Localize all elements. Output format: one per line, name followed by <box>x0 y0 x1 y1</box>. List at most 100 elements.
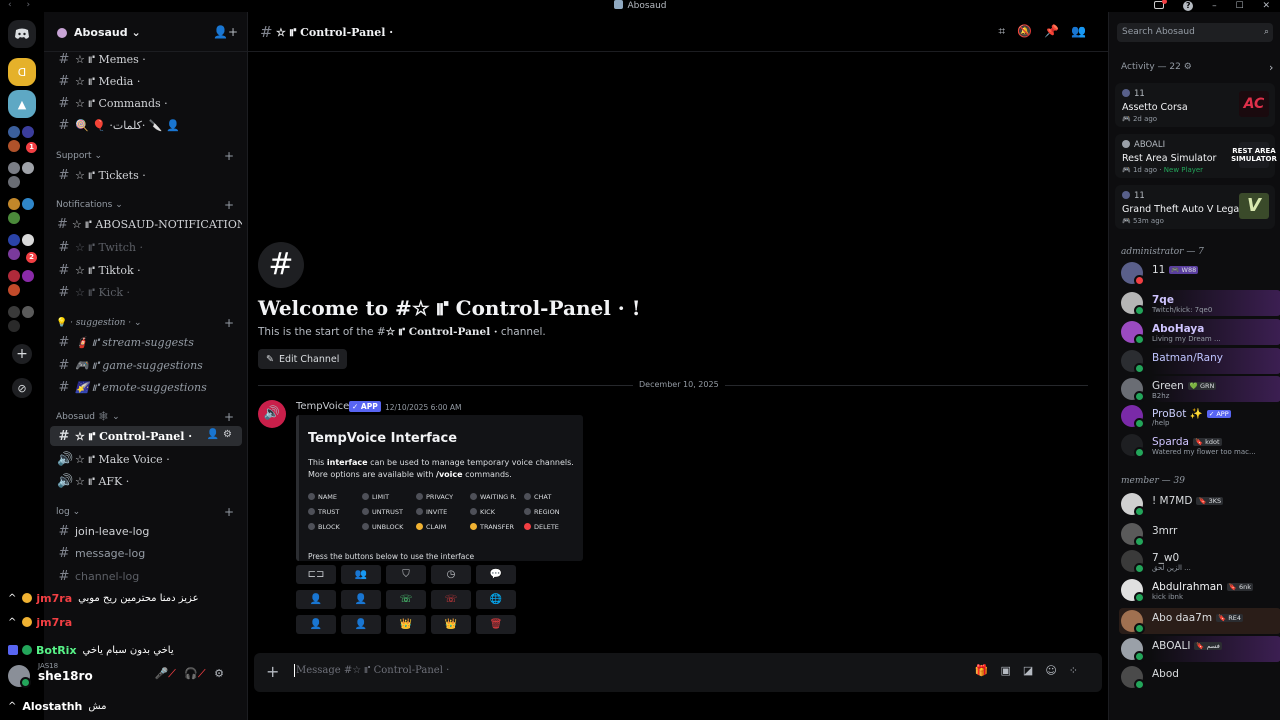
message-input[interactable]: Message #☆ ⑈ Control-Panel · <box>293 664 449 677</box>
server-icon-mini[interactable] <box>8 248 20 260</box>
channel-abosaud-notification[interactable]: # ☆ ⑈ ABOSAUD-NOTIFICATION... <box>50 214 242 234</box>
channel-game-suggestions[interactable]: # 🎮 ⑈ game-suggestions <box>50 355 242 375</box>
server-header[interactable]: Abosaud ⌄ 👤+ <box>44 12 248 52</box>
claim-button[interactable]: 👑 <box>386 615 426 634</box>
member-item[interactable]: 7_w0 الزين لحق ... <box>1119 548 1280 574</box>
member-item[interactable]: ProBot ✨ ✓ APP/help <box>1119 403 1280 429</box>
server-icon-mini[interactable] <box>22 198 34 210</box>
kick-button[interactable]: ☏ <box>431 590 471 609</box>
server-icon-mini[interactable] <box>22 270 34 282</box>
member-item[interactable]: 7qe Twitch/kick: 7qe0 <box>1119 290 1280 316</box>
member-list-icon[interactable]: 👥 <box>1071 24 1098 38</box>
server-icon-mini[interactable] <box>8 162 20 174</box>
channel-twitch[interactable]: # ☆ ⑈ Twitch · <box>50 237 242 257</box>
gif-icon[interactable]: ▣ <box>1001 664 1023 677</box>
trust-button[interactable]: 👤 <box>296 590 336 609</box>
invite-people-icon[interactable]: 👤+ <box>213 25 238 39</box>
server-name[interactable]: Abosaud ⌄ <box>74 26 141 39</box>
tempvoice-avatar[interactable]: 🔊 <box>258 400 286 428</box>
region-button[interactable]: 🌐 <box>476 590 516 609</box>
sticker-icon[interactable]: ◪ <box>1023 664 1045 677</box>
block-button[interactable]: 👤 <box>296 615 336 634</box>
gear-icon[interactable]: ⚙ <box>214 667 232 680</box>
pin-icon[interactable]: 📌 <box>1044 24 1071 38</box>
channel-afk[interactable]: 🔊 ☆ ⑈ AFK · <box>50 471 242 491</box>
discover-icon[interactable]: ⊘ <box>12 378 32 398</box>
member-item[interactable]: Abod <box>1119 664 1280 690</box>
channel-media[interactable]: # ☆ ⑈ Media · <box>50 71 242 91</box>
activity-card[interactable]: ABOALI Rest Area Simulator 🎮 1d ago · Ne… <box>1115 134 1277 178</box>
server-icon-mini[interactable] <box>8 140 20 152</box>
server-icon-teal[interactable]: ▲ <box>8 90 36 118</box>
channel-tickets[interactable]: # ☆ ⑈ Tickets · <box>50 165 242 185</box>
waiting-room-button[interactable]: ◷ <box>431 565 471 584</box>
channel-message-log[interactable]: # message-log <box>50 543 242 563</box>
channel-emote-suggestions[interactable]: # 🌠 ⑈ emote-suggestions <box>50 377 242 397</box>
server-icon-mini[interactable] <box>22 162 34 174</box>
channel-control-panel[interactable]: # ☆ ⑈ Control-Panel · 👤⚙ <box>50 426 242 446</box>
member-item[interactable]: Batman/Rany <box>1119 348 1280 374</box>
maximize-button[interactable]: ☐ <box>1236 1 1244 11</box>
server-icon-mini[interactable] <box>22 306 34 318</box>
threads-icon[interactable]: ⌗ <box>998 24 1017 38</box>
create-channel-icon[interactable]: + <box>224 410 234 424</box>
channel-join-leave-log[interactable]: # join-leave-log <box>50 521 242 541</box>
server-icon-mini[interactable] <box>22 126 34 138</box>
channel-tiktok[interactable]: # ☆ ⑈ Tiktok · <box>50 260 242 280</box>
member-item[interactable]: 11 🎮 W88 <box>1119 260 1280 286</box>
unblock-button[interactable]: 👤 <box>341 615 381 634</box>
deafen-icon[interactable]: 🎧̸ <box>184 667 214 680</box>
channel-commands[interactable]: # ☆ ⑈ Commands · <box>50 93 242 113</box>
create-channel-icon[interactable]: + <box>224 505 234 519</box>
member-item[interactable]: 3mrr <box>1119 521 1280 547</box>
notification-settings-icon[interactable]: 🔕 <box>1017 24 1044 38</box>
message-author[interactable]: TempVoice <box>296 401 349 412</box>
category-notifications[interactable]: Notifications ⌄ + <box>56 198 242 212</box>
server-icon-mini[interactable] <box>8 198 20 210</box>
mute-icon[interactable]: 🎤̸ <box>155 667 185 680</box>
server-icon-mini[interactable] <box>8 126 20 138</box>
add-attachment-icon[interactable]: + <box>266 662 279 681</box>
channel-kick[interactable]: # ☆ ⑈ Kick · <box>50 282 242 302</box>
edit-channel-button[interactable]: ✎ Edit Channel <box>258 349 348 369</box>
avatar[interactable] <box>8 665 31 688</box>
category-suggestion[interactable]: 💡 · suggestion · ⌄ + <box>56 316 242 330</box>
member-item[interactable]: ABOALI 🔖 فسم <box>1119 636 1280 662</box>
server-icon-mini[interactable] <box>8 270 20 282</box>
server-icon-mini[interactable] <box>8 320 20 332</box>
member-item[interactable]: Abdulrahman 🔖 6nk kick ibnk <box>1119 577 1280 603</box>
emoji-icon[interactable]: ☺ <box>1045 664 1068 677</box>
untrust-button[interactable]: 👤 <box>341 590 381 609</box>
server-icon-mini[interactable] <box>8 306 20 318</box>
channel-stream-suggests[interactable]: # 🧯 ⑈ stream-suggests <box>50 332 242 352</box>
help-icon[interactable]: ? <box>1183 1 1194 11</box>
server-icon-mini[interactable] <box>8 284 20 296</box>
search-input[interactable]: Search Abosaud ⌕ <box>1117 23 1273 42</box>
transfer-button[interactable]: 👑 <box>431 615 471 634</box>
inbox-icon[interactable] <box>1154 0 1168 9</box>
category-abosaud[interactable]: Abosaud 🕸 ⌄ + <box>56 410 242 424</box>
activity-header[interactable]: Activity — 22 ⚙ › <box>1121 61 1273 74</box>
member-item[interactable]: Abo daa7m 🔖 RE4 <box>1119 608 1280 634</box>
member-item[interactable]: ! M7MD 🔖 3KS <box>1119 491 1280 517</box>
channel-channel-log[interactable]: # channel-log <box>50 566 242 586</box>
server-icon-yellow[interactable]: ᗡ <box>8 58 36 86</box>
minimize-button[interactable]: – <box>1212 1 1217 11</box>
server-icon-mini[interactable] <box>22 234 34 246</box>
close-button[interactable]: ✕ <box>1262 1 1270 11</box>
limit-button[interactable]: 👥 <box>341 565 381 584</box>
activity-card[interactable]: 11 Grand Theft Auto V Legacy 🎮 53m ago V <box>1115 185 1275 229</box>
category-log[interactable]: log ⌄ + <box>56 505 242 519</box>
privacy-button[interactable]: ⛉ <box>386 565 426 584</box>
invite-button[interactable]: ☏ <box>386 590 426 609</box>
create-channel-icon[interactable]: + <box>224 316 234 330</box>
discord-home-icon[interactable] <box>8 20 36 48</box>
channel-make-voice[interactable]: 🔊 ☆ ⑈ Make Voice · <box>50 449 242 469</box>
category-support[interactable]: Support ⌄ + <box>56 149 242 163</box>
create-channel-icon[interactable]: + <box>224 198 234 212</box>
apps-icon[interactable]: ⁘ <box>1069 664 1090 677</box>
member-item[interactable]: Sparda 🔖 kdot Watered my flower too mac... <box>1119 432 1280 458</box>
server-icon-mini[interactable] <box>8 212 20 224</box>
server-icon-mini[interactable] <box>8 234 20 246</box>
gift-icon[interactable]: 🎁 <box>975 664 1001 677</box>
